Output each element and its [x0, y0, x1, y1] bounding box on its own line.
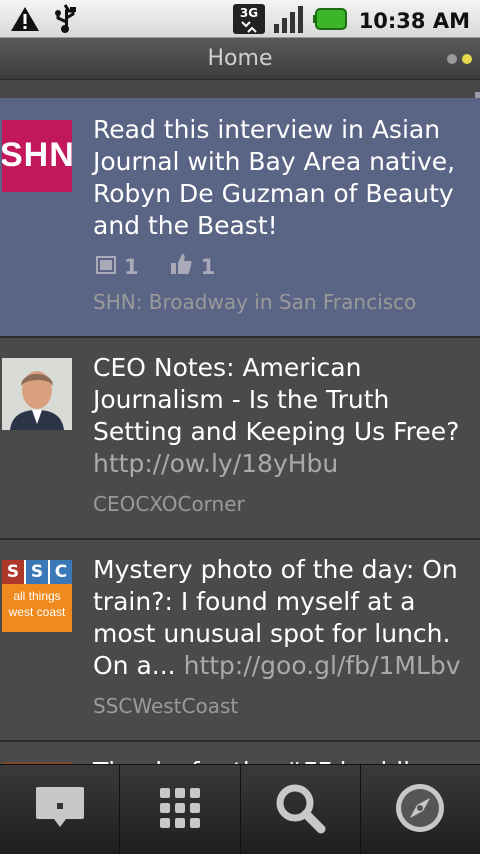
compose-button[interactable] — [0, 765, 121, 854]
like-count: 1 — [200, 254, 216, 279]
tweet-text: Read this interview in Asian Journal wit… — [93, 115, 456, 240]
avatar: S S C all things west coast — [2, 560, 72, 632]
compose-icon — [34, 785, 86, 835]
apps-button[interactable] — [120, 765, 241, 854]
signal-strength-icon — [273, 4, 305, 38]
search-icon — [274, 782, 326, 838]
compass-icon — [394, 782, 446, 838]
list-item[interactable]: SHN Read this interview in Asian Journal… — [0, 98, 480, 338]
tweet-link[interactable]: http://ow.ly/18yHbu — [93, 449, 338, 478]
page-title: Home — [207, 46, 273, 71]
page-dot — [447, 54, 457, 64]
tweet-source: SSCWestCoast — [93, 694, 239, 718]
list-item[interactable]: S S C all things west coast Mystery phot… — [0, 540, 480, 742]
bottom-nav — [0, 764, 480, 854]
list-item[interactable]: CEO Notes: American Journalism - Is the … — [0, 338, 480, 540]
title-bar: Home — [0, 38, 480, 80]
network-3g-icon: 3G — [232, 4, 265, 38]
avatar — [2, 358, 72, 430]
tweet-text: CEO Notes: American Journalism - Is the … — [93, 353, 460, 478]
tweet-text: Mystery photo of the day: On train?: I f… — [93, 555, 461, 680]
comment-count: 1 — [124, 254, 139, 279]
tweet-stats: 1 1 — [96, 252, 215, 281]
search-button[interactable] — [241, 765, 361, 854]
explore-button[interactable] — [361, 765, 480, 854]
usb-icon — [52, 4, 78, 38]
page-indicator — [447, 54, 472, 64]
like-icon — [169, 252, 193, 281]
battery-icon — [312, 7, 347, 35]
comment-icon — [96, 255, 116, 279]
clock: 10:38 AM — [358, 9, 470, 33]
tweet-source: SHN: Broadway in San Francisco — [93, 290, 417, 314]
grid-icon — [159, 787, 201, 833]
avatar: SHN — [2, 120, 72, 192]
page-dot-active — [462, 54, 472, 64]
status-bar: 3G 10:38 AM — [0, 0, 480, 38]
warning-icon — [10, 5, 40, 37]
tweet-source: CEOCXOCorner — [93, 492, 245, 516]
svg-text:3G: 3G — [240, 6, 258, 20]
tweet-link[interactable]: http://goo.gl/fb/1MLbv — [184, 651, 461, 680]
